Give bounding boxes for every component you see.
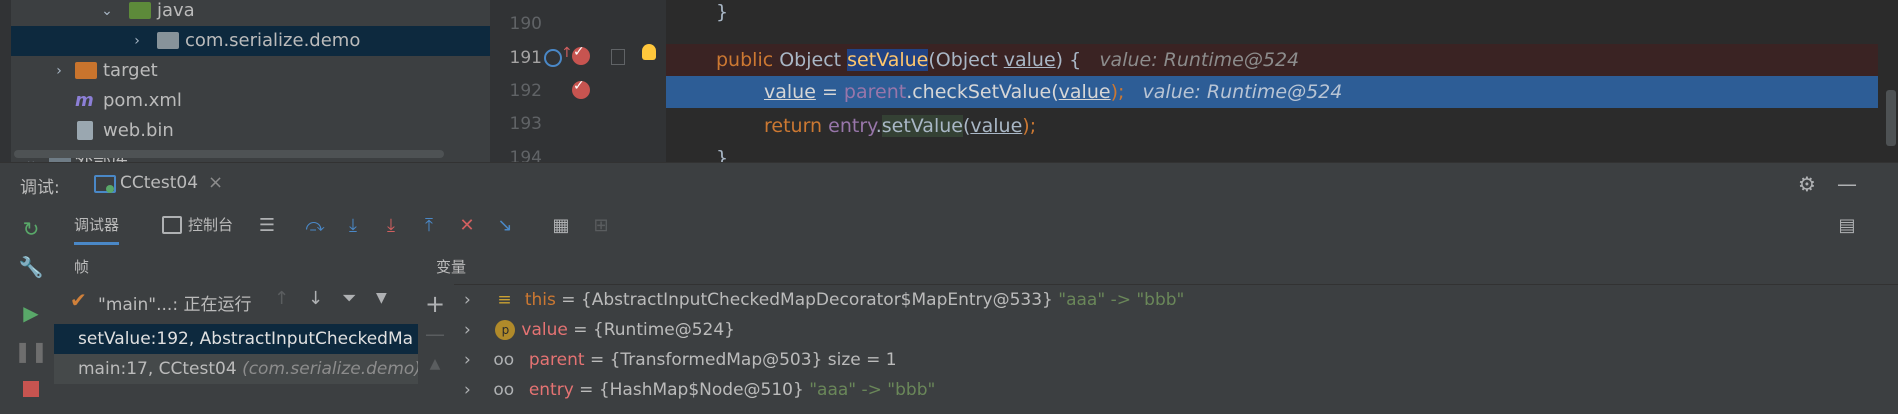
scrollbar-thumb[interactable] [1886,90,1896,146]
debug-label: 调试: [20,178,60,198]
tree-item-label: pom.xml [103,90,182,111]
step-out-icon[interactable]: ⤒ [416,212,442,238]
running-dot-icon [106,185,114,193]
code-line-191: public Object setValue(Object value) { v… [716,49,1300,71]
variables-tree: › ≡ this = {AbstractInputCheckedMapDecor… [454,285,1898,414]
chevron-right-icon[interactable]: › [464,345,478,375]
folder-icon [129,2,151,19]
step-into-icon[interactable]: ⤓ [340,212,366,238]
folder-icon [75,62,97,79]
add-watch-icon[interactable]: + [422,290,448,318]
chevron-right-icon[interactable]: › [464,315,478,345]
tree-item-label: java [157,0,195,21]
thread-selector[interactable]: ✔ "main"...: 正在运行 ↑ ↓ ⏷ ▼ [54,284,418,320]
session-tab-label: CCtest04 [120,173,199,193]
line-number: 193 [509,114,542,134]
glasses-icon: oo [493,350,515,370]
variable-row-parent[interactable]: › oo parent = {TransformedMap@503} size … [454,345,897,375]
glasses-icon: oo [493,380,515,400]
tree-item-pom[interactable]: m pom.xml [11,86,490,116]
layout-icon[interactable]: ☰ [254,212,280,238]
implementation-arrow-icon[interactable]: ↑ [561,45,573,61]
code-line-190: } [716,1,729,23]
tab-debugger[interactable]: 调试器 [74,214,120,245]
variable-row-this[interactable]: › ≡ this = {AbstractInputCheckedMapDecor… [454,285,1184,315]
fold-icon[interactable] [611,49,625,65]
tree-item-webbin[interactable]: web.bin [11,116,490,146]
minimize-icon[interactable]: — [1834,171,1860,197]
run-to-cursor-icon[interactable]: ↘ [492,212,518,238]
frames-panel: 帧 ✔ "main"...: 正在运行 ↑ ↓ ⏷ ▼ setValue:192… [54,246,419,414]
variable-row-entry[interactable]: › oo entry = {HashMap$Node@510} "aaa" ->… [454,375,935,405]
line-number: 192 [509,81,542,101]
close-icon[interactable]: × [208,172,223,193]
debug-sidebar: ↻ 🔧 ▶ ❚❚ [0,204,55,414]
field-list-icon: ≡ [497,290,512,310]
thread-label: "main"...: 正在运行 [98,295,252,315]
chevron-down-icon[interactable]: ⌄ [99,0,115,26]
line-number: 194 [509,148,542,162]
console-icon [162,216,182,234]
tree-item-package[interactable]: › com.serialize.demo [11,26,490,56]
file-icon [77,121,93,140]
inline-debug-value: value: Runtime@524 [1099,49,1300,71]
remove-watch-icon[interactable]: — [422,321,448,347]
tree-stripe [0,0,11,162]
code-line-193: return entry.setValue(value); [764,115,1037,137]
frame-item[interactable]: main:17, CCtest04 (com.serialize.demo) [54,354,418,384]
project-tree: ⌄ java › com.serialize.demo › target m p… [0,0,490,162]
wrench-icon[interactable]: 🔧 [18,254,44,280]
filter-icon[interactable]: ⏷ [342,288,356,309]
gear-icon[interactable]: ⚙ [1794,171,1820,197]
tree-scrollbar[interactable] [14,150,444,158]
tree-item-java[interactable]: ⌄ java [11,0,490,26]
line-number: 191 [509,48,542,68]
stop-icon[interactable] [18,376,44,402]
down-arrow-icon[interactable]: ↓ [308,288,323,309]
chevron-down-icon[interactable]: ▼ [376,290,387,306]
code-line-194: } [716,147,729,162]
maven-icon: m [75,90,94,111]
check-icon: ✔ [70,288,87,312]
drop-frame-icon[interactable]: ✕ [454,212,480,238]
line-number: 190 [509,14,542,34]
evaluate-expression-icon[interactable]: ▦ [548,212,574,238]
resume-icon[interactable]: ▶ [18,300,44,326]
variable-row-value[interactable]: › p value = {Runtime@524} [454,315,735,345]
method-override-icon[interactable] [544,49,562,67]
trace-stream-icon[interactable]: ⊞ [588,212,614,238]
chevron-right-icon[interactable]: › [464,375,478,405]
tree-item-label: com.serialize.demo [185,30,361,51]
parameter-icon: p [495,320,516,340]
breakpoint-check-icon: ✓ [573,78,585,94]
chevron-right-icon[interactable]: › [464,285,478,315]
breakpoint-check-icon: ✓ [573,44,585,60]
editor-scrollbar[interactable] [1884,0,1898,162]
debug-tool-window-header: 调试: CCtest04 × ⚙ — [0,162,1898,205]
pause-icon[interactable]: ❚❚ [14,338,48,364]
tab-console[interactable]: 控制台 [188,214,233,235]
variables-title: 变量 [436,258,467,276]
lightbulb-icon[interactable] [642,44,656,60]
step-over-icon[interactable]: ⤼ [302,212,328,238]
rerun-icon[interactable]: ↻ [18,216,44,242]
force-step-into-icon[interactable]: ⤓ [378,212,404,238]
chevron-right-icon[interactable]: › [51,56,67,86]
frames-title: 帧 [74,258,90,276]
debug-toolbar: 调试器 控制台 ☰ ⤼ ⤓ ⤓ ⤒ ✕ ↘ ▦ ⊞ ▤ [54,204,1898,246]
restore-layout-icon[interactable]: ▤ [1834,212,1860,238]
code-line-192: value = parent.checkSetValue(value); val… [764,81,1343,103]
move-up-icon[interactable]: ▲ [422,351,448,377]
frame-item[interactable]: setValue:192, AbstractInputCheckedMa [54,324,418,354]
tree-item-target[interactable]: › target [11,56,490,86]
tree-item-label: target [103,60,158,81]
inline-debug-value: value: Runtime@524 [1142,81,1343,103]
chevron-right-icon[interactable]: › [129,26,145,56]
code-editor[interactable]: 190 191 192 193 194 ↑ ✓ ✓ } public Objec… [490,0,1898,162]
up-arrow-icon[interactable]: ↑ [274,288,289,309]
tree-item-label: web.bin [103,120,174,141]
variables-toolbar: + — ▲ [418,285,455,414]
package-icon [157,32,179,49]
